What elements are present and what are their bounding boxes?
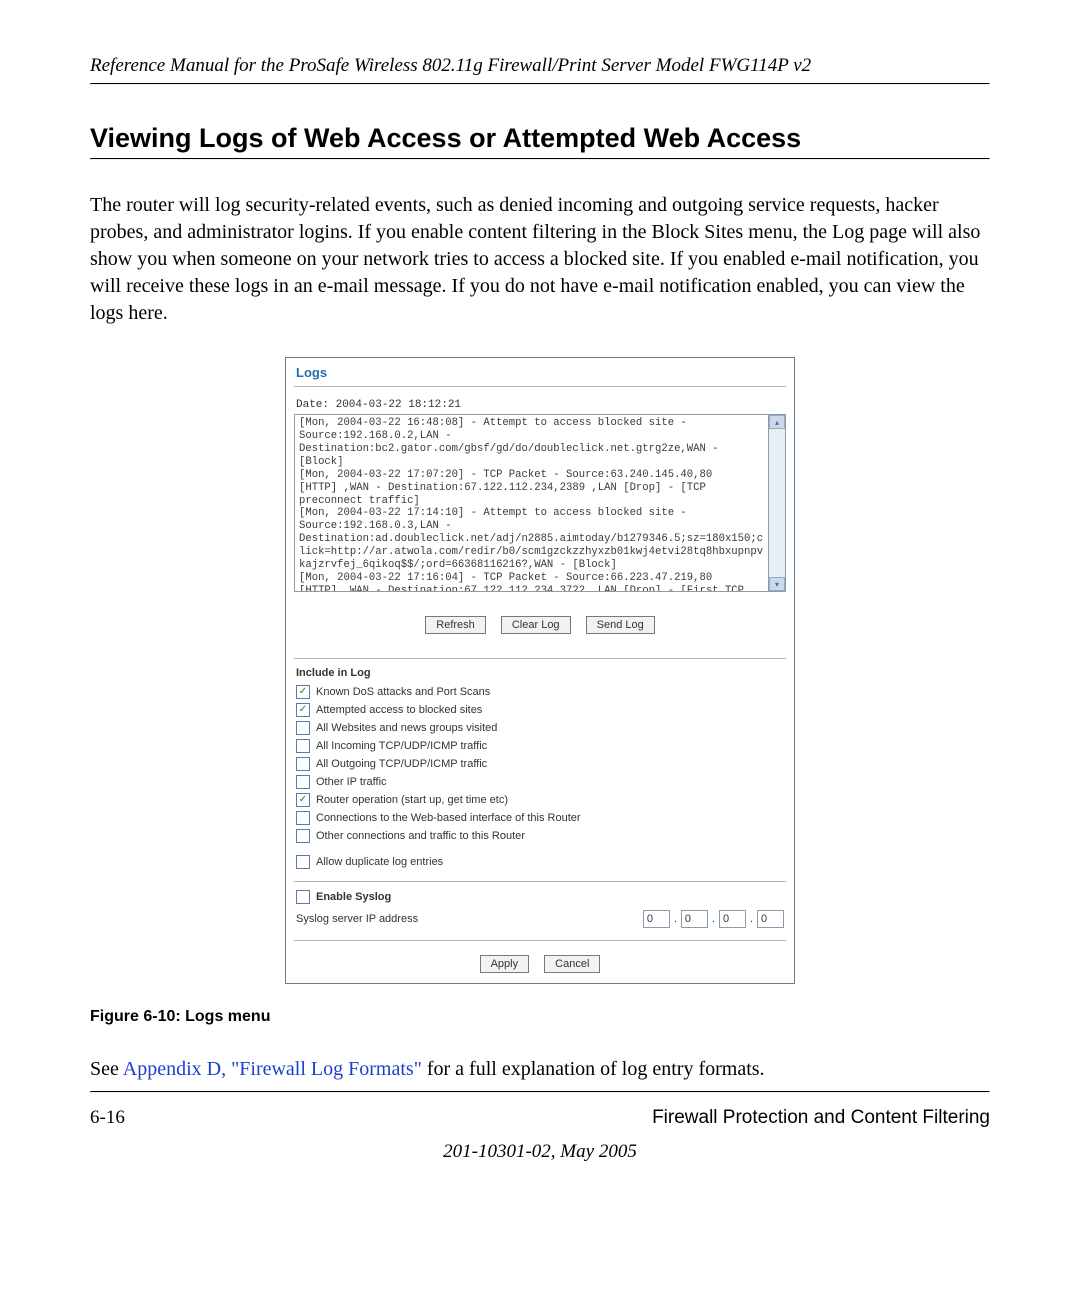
apply-button[interactable]: Apply bbox=[480, 955, 530, 973]
refresh-button[interactable]: Refresh bbox=[425, 616, 486, 634]
panel-rule bbox=[294, 386, 786, 387]
ip-octet-1[interactable]: 0 bbox=[643, 910, 670, 928]
send-log-button[interactable]: Send Log bbox=[586, 616, 655, 634]
body-paragraph: The router will log security-related eve… bbox=[90, 192, 990, 327]
footer-docnum: 201-10301-02, May 2005 bbox=[90, 1141, 990, 1163]
include-label: Other IP traffic bbox=[316, 776, 387, 788]
include-label: All Outgoing TCP/UDP/ICMP traffic bbox=[316, 758, 487, 770]
include-item[interactable]: ✓ Known DoS attacks and Port Scans bbox=[286, 683, 794, 701]
allow-duplicate-checkbox[interactable] bbox=[296, 855, 310, 869]
enable-syslog-label: Enable Syslog bbox=[316, 891, 391, 903]
include-checkbox[interactable] bbox=[296, 739, 310, 753]
footer-row: 6-16 Firewall Protection and Content Fil… bbox=[90, 1101, 990, 1129]
logs-panel: Logs Date: 2004-03-22 18:12:21 [Mon, 200… bbox=[285, 357, 795, 984]
include-checkbox[interactable] bbox=[296, 757, 310, 771]
date-line: Date: 2004-03-22 18:12:21 bbox=[286, 399, 794, 414]
footer-section: Firewall Protection and Content Filterin… bbox=[652, 1107, 990, 1129]
syslog-ip-inputs[interactable]: 0. 0. 0. 0 bbox=[643, 910, 784, 928]
ip-octet-3[interactable]: 0 bbox=[719, 910, 746, 928]
scroll-up-icon[interactable]: ▴ bbox=[769, 415, 785, 429]
include-in-log-heading: Include in Log bbox=[286, 665, 794, 683]
include-checkbox[interactable]: ✓ bbox=[296, 703, 310, 717]
include-label: Known DoS attacks and Port Scans bbox=[316, 686, 490, 698]
ip-octet-4[interactable]: 0 bbox=[757, 910, 784, 928]
footer-rule bbox=[90, 1091, 990, 1093]
see-line: See Appendix D, "Firewall Log Formats" f… bbox=[90, 1056, 990, 1083]
title-rule bbox=[90, 158, 990, 160]
scroll-down-icon[interactable]: ▾ bbox=[769, 577, 785, 591]
syslog-ip-label: Syslog server IP address bbox=[296, 913, 418, 925]
ip-octet-2[interactable]: 0 bbox=[681, 910, 708, 928]
panel-title: Logs bbox=[286, 358, 794, 386]
include-checkbox[interactable] bbox=[296, 775, 310, 789]
include-item[interactable]: Other connections and traffic to this Ro… bbox=[286, 827, 794, 845]
include-item[interactable]: All Incoming TCP/UDP/ICMP traffic bbox=[286, 737, 794, 755]
include-item[interactable]: ✓ Attempted access to blocked sites bbox=[286, 701, 794, 719]
allow-duplicate-label: Allow duplicate log entries bbox=[316, 856, 443, 868]
include-checkbox[interactable] bbox=[296, 811, 310, 825]
figure-caption: Figure 6-10: Logs menu bbox=[90, 1008, 990, 1026]
include-item[interactable]: All Outgoing TCP/UDP/ICMP traffic bbox=[286, 755, 794, 773]
include-label: Router operation (start up, get time etc… bbox=[316, 794, 508, 806]
include-item[interactable]: ✓ Router operation (start up, get time et… bbox=[286, 791, 794, 809]
cancel-button[interactable]: Cancel bbox=[544, 955, 600, 973]
include-checkbox[interactable]: ✓ bbox=[296, 685, 310, 699]
screenshot-figure: Logs Date: 2004-03-22 18:12:21 [Mon, 200… bbox=[90, 357, 990, 984]
include-label: Connections to the Web-based interface o… bbox=[316, 812, 581, 824]
enable-syslog-checkbox[interactable] bbox=[296, 890, 310, 904]
log-scrollbar[interactable]: ▴ ▾ bbox=[769, 414, 786, 592]
include-checkbox[interactable] bbox=[296, 829, 310, 843]
include-item[interactable]: Other IP traffic bbox=[286, 773, 794, 791]
log-textarea[interactable]: [Mon, 2004-03-22 16:48:08] - Attempt to … bbox=[294, 414, 769, 592]
include-label: All Websites and news groups visited bbox=[316, 722, 497, 734]
manual-header: Reference Manual for the ProSafe Wireles… bbox=[90, 55, 990, 77]
page-number: 6-16 bbox=[90, 1107, 125, 1129]
clear-log-button[interactable]: Clear Log bbox=[501, 616, 571, 634]
section-title: Viewing Logs of Web Access or Attempted … bbox=[90, 123, 990, 154]
include-checkbox[interactable] bbox=[296, 721, 310, 735]
include-label: Attempted access to blocked sites bbox=[316, 704, 482, 716]
include-label: Other connections and traffic to this Ro… bbox=[316, 830, 525, 842]
allow-duplicate-row[interactable]: Allow duplicate log entries bbox=[286, 853, 794, 871]
include-checkbox[interactable]: ✓ bbox=[296, 793, 310, 807]
include-item[interactable]: All Websites and news groups visited bbox=[286, 719, 794, 737]
include-label: All Incoming TCP/UDP/ICMP traffic bbox=[316, 740, 487, 752]
appendix-link[interactable]: Appendix D, "Firewall Log Formats" bbox=[123, 1058, 422, 1080]
header-rule bbox=[90, 83, 990, 85]
include-item[interactable]: Connections to the Web-based interface o… bbox=[286, 809, 794, 827]
